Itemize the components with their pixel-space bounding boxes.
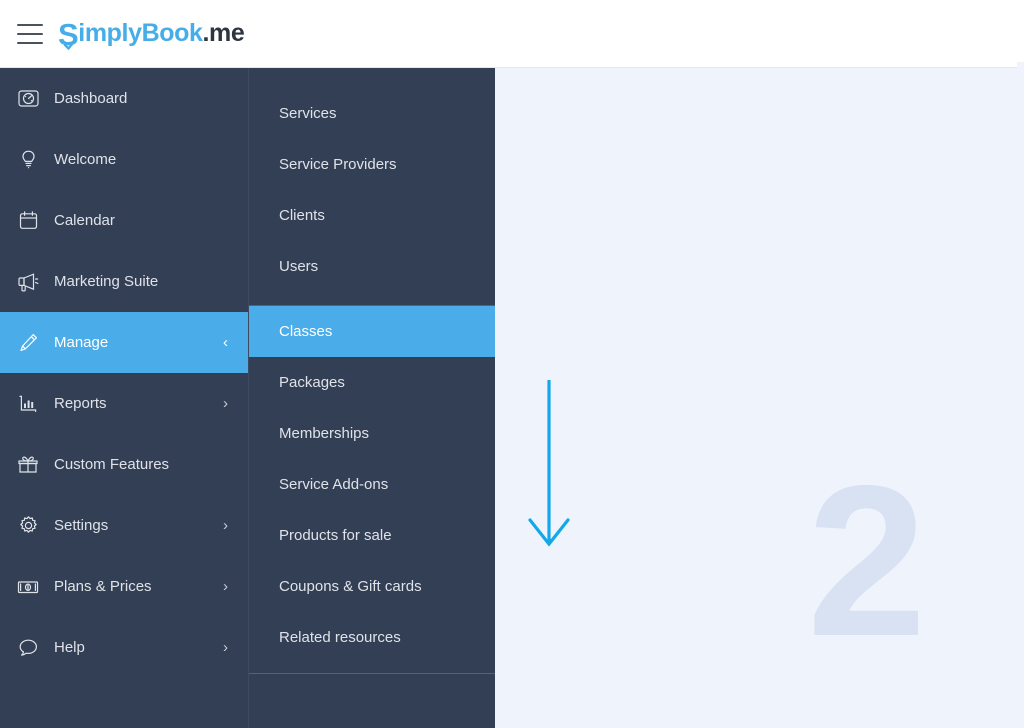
hamburger-menu-icon[interactable]: [17, 23, 43, 44]
sidebar-label: Calendar: [54, 212, 115, 229]
submenu-item-users[interactable]: Users: [249, 241, 495, 292]
sidebar-item-settings[interactable]: Settings ›: [0, 495, 248, 556]
submenu-label: Products for sale: [279, 527, 392, 544]
submenu-item-packages[interactable]: Packages: [249, 357, 495, 408]
submenu-label: Memberships: [279, 425, 370, 442]
submenu-item-classes[interactable]: Classes: [249, 306, 495, 357]
submenu-item-products-for-sale[interactable]: Products for sale: [249, 510, 495, 561]
bar-chart-icon: [16, 392, 40, 416]
logo-name-suffix: .me: [202, 19, 245, 47]
sidebar-label: Manage: [54, 334, 109, 351]
calendar-icon: [16, 209, 40, 233]
submenu-label: Users: [279, 258, 319, 275]
header-right-edge: [1017, 0, 1024, 62]
submenu-label: Services: [279, 105, 337, 122]
hamburger-line-1: [17, 23, 43, 26]
gift-box-icon: [16, 453, 40, 477]
submenu-item-services[interactable]: Services: [249, 88, 495, 139]
sidebar-item-custom-features[interactable]: Custom Features: [0, 434, 248, 495]
submenu-item-service-add-ons[interactable]: Service Add-ons: [249, 459, 495, 510]
top-header: S implyBook .me: [0, 0, 1017, 68]
gear-icon: [16, 514, 40, 538]
simplybook-logo[interactable]: S implyBook .me: [58, 17, 245, 50]
sidebar-label: Marketing Suite: [54, 273, 159, 290]
main-content-area: 2: [495, 68, 1024, 728]
sidebar-label: Welcome: [54, 151, 117, 168]
sidebar-chevron-expand[interactable]: ›: [223, 579, 228, 594]
submenu-label: Related resources: [279, 629, 401, 646]
sidebar-chevron-expand[interactable]: ›: [223, 640, 228, 655]
submenu-item-clients[interactable]: Clients: [249, 190, 495, 241]
sidebar-label: Reports: [54, 395, 107, 412]
app-root: S implyBook .me Dashboard Welcome Calend…: [0, 0, 1024, 728]
submenu-item-memberships[interactable]: Memberships: [249, 408, 495, 459]
megaphone-icon: [16, 270, 40, 294]
submenu-label: Clients: [279, 207, 325, 224]
step-number-watermark: 2: [807, 440, 927, 681]
submenu-item-coupons-and-gift-cards[interactable]: Coupons & Gift cards: [249, 561, 495, 612]
logo-s-mark: S: [58, 17, 79, 50]
sidebar-chevron-collapse[interactable]: ‹: [223, 335, 228, 350]
down-arrow-annotation-icon: [528, 380, 570, 547]
submenu-label: Coupons & Gift cards: [279, 578, 422, 595]
banknote-icon: [16, 575, 40, 599]
submenu-label: Packages: [279, 374, 345, 391]
logo-name-primary: implyBook: [78, 19, 203, 47]
speech-bubble-icon: [16, 636, 40, 660]
logo-checkmark-icon: [64, 38, 77, 50]
submenu-group-secondary: Classes Packages Memberships Service Add…: [249, 306, 495, 663]
submenu-label: Service Providers: [279, 156, 397, 173]
sidebar-chevron-expand[interactable]: ›: [223, 518, 228, 533]
main-sidebar: Dashboard Welcome Calendar Marketing Sui…: [0, 68, 248, 728]
sidebar-item-manage[interactable]: Manage ‹: [0, 312, 248, 373]
sidebar-label: Custom Features: [54, 456, 170, 473]
sidebar-item-plans-and-prices[interactable]: Plans & Prices ›: [0, 556, 248, 617]
lightbulb-icon: [16, 148, 40, 172]
sidebar-label: Dashboard: [54, 90, 128, 107]
sidebar-item-marketing-suite[interactable]: Marketing Suite: [0, 251, 248, 312]
sidebar-label: Settings: [54, 517, 109, 534]
submenu-item-related-resources[interactable]: Related resources: [249, 612, 495, 663]
speedometer-icon: [16, 87, 40, 111]
sidebar-item-calendar[interactable]: Calendar: [0, 190, 248, 251]
submenu-item-service-providers[interactable]: Service Providers: [249, 139, 495, 190]
manage-submenu-panel: Services Service Providers Clients Users…: [248, 68, 495, 728]
sidebar-item-reports[interactable]: Reports ›: [0, 373, 248, 434]
sidebar-item-help[interactable]: Help ›: [0, 617, 248, 678]
submenu-group-primary: Services Service Providers Clients Users: [249, 68, 495, 292]
hamburger-line-2: [17, 32, 43, 35]
pencil-icon: [16, 331, 40, 355]
hamburger-line-3: [17, 41, 43, 44]
submenu-label: Service Add-ons: [279, 476, 389, 493]
sidebar-item-welcome[interactable]: Welcome: [0, 129, 248, 190]
sidebar-chevron-expand[interactable]: ›: [223, 396, 228, 411]
submenu-label: Classes: [279, 323, 333, 340]
sidebar-item-dashboard[interactable]: Dashboard: [0, 68, 248, 129]
submenu-divider-bottom: [249, 673, 495, 674]
sidebar-label: Help: [54, 639, 85, 656]
sidebar-label: Plans & Prices: [54, 578, 152, 595]
